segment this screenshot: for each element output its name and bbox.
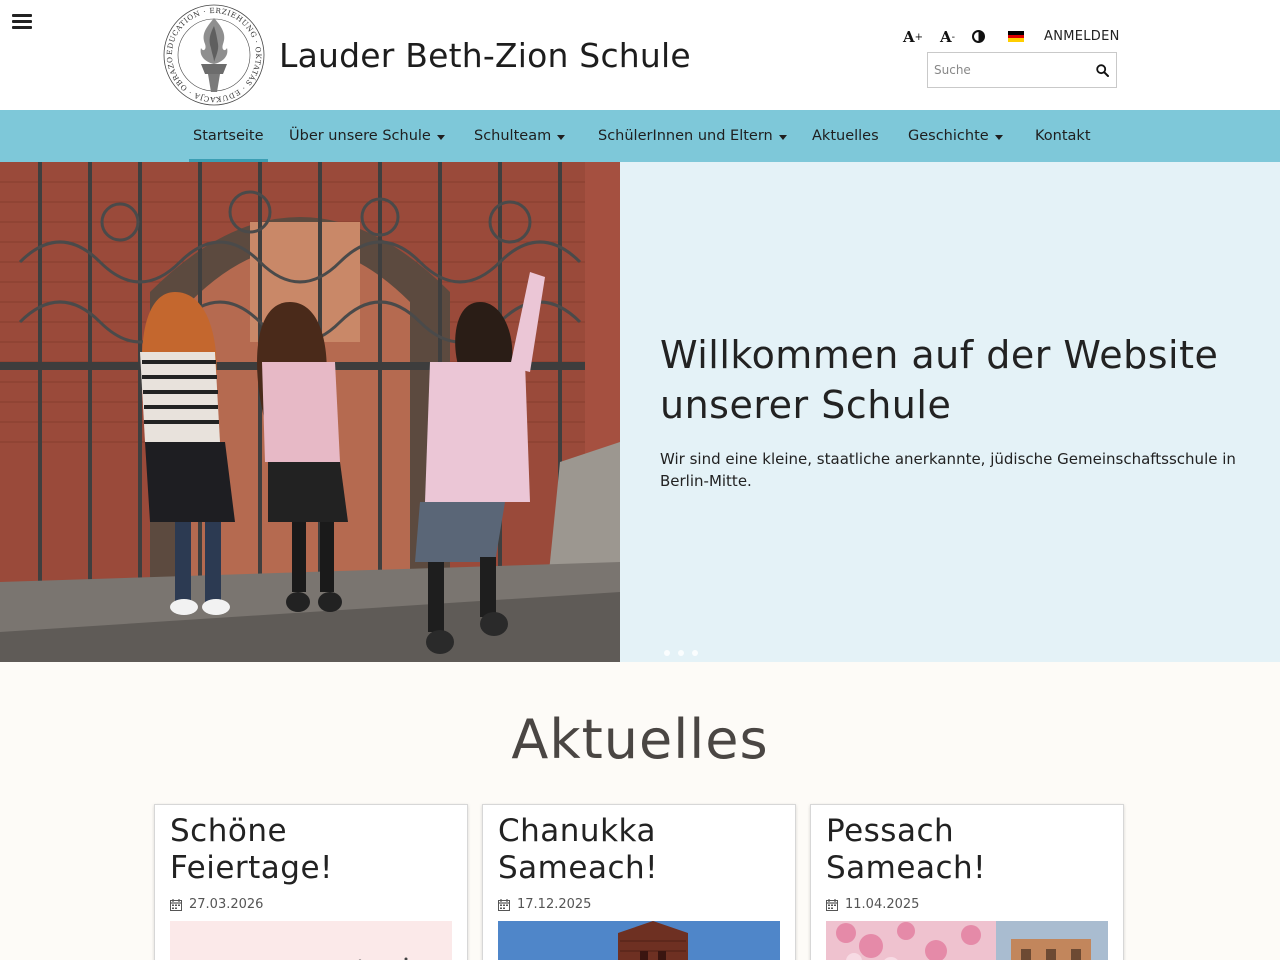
nav-item-label: Über unsere Schule bbox=[289, 128, 431, 144]
calendar-icon bbox=[498, 898, 510, 911]
news-card[interactable]: Chanukka Sameach! 17.12.2025 bbox=[482, 804, 796, 960]
caret-down-icon bbox=[557, 134, 566, 140]
caret-down-icon bbox=[436, 134, 445, 140]
news-card[interactable]: Schöne Feiertage! 27.03.2026 bbox=[154, 804, 468, 960]
news-card-title[interactable]: Schöne Feiertage! bbox=[170, 813, 460, 887]
news-card-date: 11.04.2025 bbox=[826, 897, 919, 912]
school-logo[interactable]: EDUCATION · ERZIEHUNG · OKTATÁS · EDUKAC… bbox=[157, 0, 267, 106]
caret-down-icon bbox=[778, 134, 787, 140]
login-link[interactable]: ANMELDEN bbox=[1044, 29, 1120, 44]
news-card-date: 27.03.2026 bbox=[170, 897, 263, 912]
nav-item-geschichte[interactable]: Geschichte bbox=[908, 110, 1003, 162]
site-title[interactable]: Lauder Beth-Zion Schule bbox=[279, 36, 691, 75]
news-card-title[interactable]: Pessach Sameach! bbox=[826, 813, 1116, 887]
hamburger-menu-icon[interactable] bbox=[12, 14, 32, 32]
carousel-dot[interactable] bbox=[664, 650, 670, 656]
nav-item-label: Schulteam bbox=[474, 128, 552, 144]
news-heading: Aktuelles bbox=[511, 708, 769, 771]
news-card-date-text: 17.12.2025 bbox=[517, 897, 592, 912]
calendar-icon bbox=[826, 898, 838, 911]
hero-text: Wir sind eine kleine, staatliche anerkan… bbox=[660, 450, 1236, 490]
nav-item-aktuelles[interactable]: Aktuelles bbox=[812, 110, 879, 162]
news-card[interactable]: Pessach Sameach! 11.04.2025 bbox=[810, 804, 1124, 960]
news-card-date-text: 11.04.2025 bbox=[845, 897, 920, 912]
font-decrease-label: A bbox=[940, 28, 952, 46]
nav-item-schulteam[interactable]: Schulteam bbox=[474, 110, 566, 162]
nav-item-kontakt[interactable]: Kontakt bbox=[1035, 110, 1091, 162]
calendar-icon bbox=[170, 898, 182, 911]
nav-item-label: SchülerInnen und Eltern bbox=[598, 128, 773, 144]
font-increase-label: A bbox=[903, 28, 915, 46]
font-increase-suffix: + bbox=[914, 31, 924, 43]
search-input[interactable] bbox=[928, 53, 1088, 87]
nav-item-label: Geschichte bbox=[908, 128, 989, 144]
hero-title: Willkommen auf der Website unserer Schul… bbox=[660, 333, 1219, 427]
nav-item-label: Startseite bbox=[193, 128, 264, 144]
hero-panel: Willkommen auf der Website unserer Schul… bbox=[620, 162, 1280, 662]
main-navigation: Startseite Über unsere Schule Schulteam … bbox=[0, 110, 1280, 162]
news-card-date-text: 27.03.2026 bbox=[189, 897, 264, 912]
carousel-indicators bbox=[664, 650, 698, 656]
german-flag-icon[interactable] bbox=[1008, 31, 1024, 43]
nav-item-startseite[interactable]: Startseite bbox=[189, 110, 268, 162]
news-card-image[interactable] bbox=[170, 921, 452, 960]
search-form bbox=[927, 52, 1117, 88]
nav-item-ueber-unsere-schule[interactable]: Über unsere Schule bbox=[289, 110, 445, 162]
news-card-image[interactable] bbox=[498, 921, 780, 960]
search-icon[interactable] bbox=[1088, 53, 1116, 87]
news-card-title[interactable]: Chanukka Sameach! bbox=[498, 813, 788, 887]
news-card-date: 17.12.2025 bbox=[498, 897, 591, 912]
font-increase-button[interactable]: A + bbox=[903, 28, 923, 46]
carousel-dot[interactable] bbox=[678, 650, 684, 656]
contrast-icon[interactable] bbox=[972, 30, 985, 43]
news-card-image[interactable] bbox=[826, 921, 1108, 960]
hero-image bbox=[0, 162, 620, 662]
nav-item-label: Kontakt bbox=[1035, 128, 1091, 144]
nav-item-schuelerinnen-und-eltern[interactable]: SchülerInnen und Eltern bbox=[598, 110, 787, 162]
carousel-dot[interactable] bbox=[692, 650, 698, 656]
font-decrease-button[interactable]: A- bbox=[940, 28, 955, 46]
font-decrease-suffix: - bbox=[951, 31, 956, 43]
site-header: EDUCATION · ERZIEHUNG · OKTATÁS · EDUKAC… bbox=[0, 0, 1280, 110]
caret-down-icon bbox=[994, 134, 1003, 140]
nav-item-label: Aktuelles bbox=[812, 128, 879, 144]
